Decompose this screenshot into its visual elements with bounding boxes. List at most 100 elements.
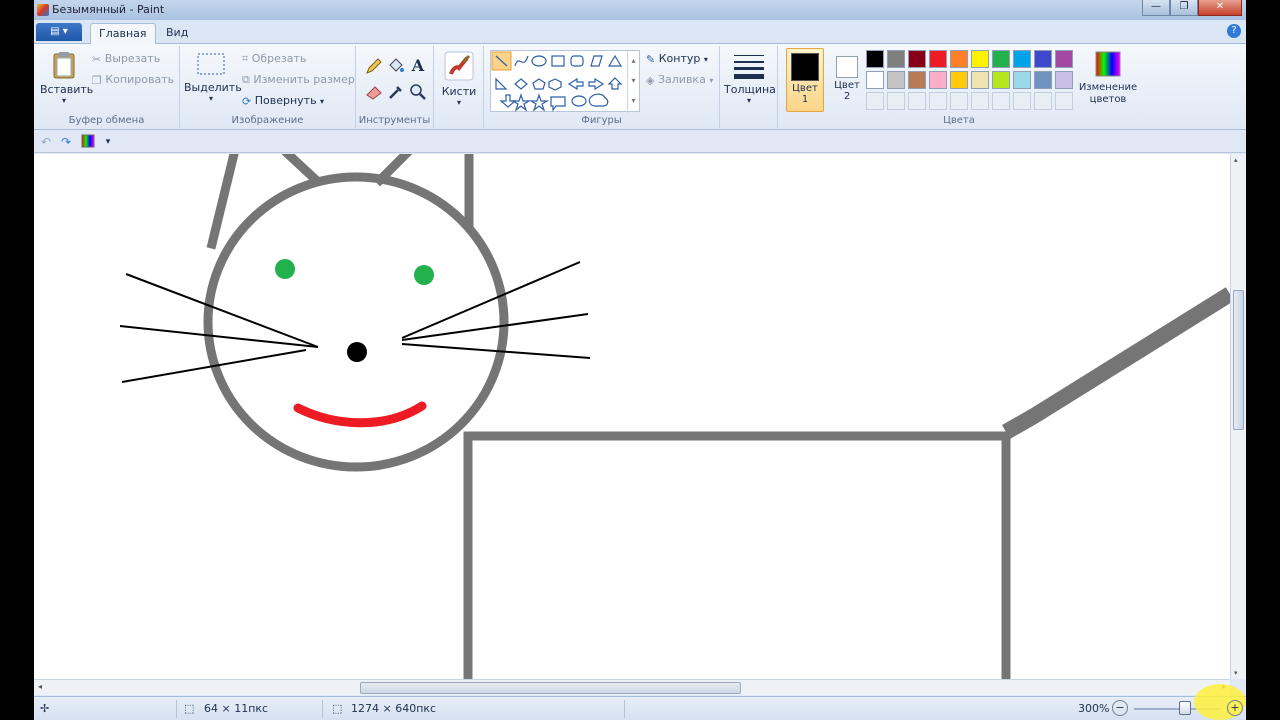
zoom-out-icon[interactable]: − [1112, 700, 1128, 716]
palette-custom-slot[interactable] [950, 92, 968, 110]
shapes-gallery-scroll[interactable]: ▴ ▾ ▾ [627, 51, 639, 113]
group-image: Выделить ▾ ⌗ Обрезать ⧉ Изменить размер … [180, 46, 356, 128]
shapes-gallery[interactable]: ▴ ▾ ▾ [490, 50, 640, 113]
select-button[interactable]: Выделить ▾ [184, 52, 242, 103]
palette-custom-slot[interactable] [908, 92, 926, 110]
scroll-up-icon[interactable]: ▴ [1234, 156, 1238, 164]
paste-button[interactable]: Вставить ▾ [40, 50, 93, 105]
copy-button[interactable]: ❐ Копировать [92, 73, 174, 87]
brushes-dropdown-icon: ▾ [456, 98, 461, 107]
shapes-group-label: Фигуры [581, 115, 622, 126]
file-menu-button[interactable]: ▤ ▾ [36, 23, 82, 41]
text-tool[interactable]: A [408, 56, 428, 76]
resize-label: Изменить размер [253, 73, 355, 86]
palette-color-swatch[interactable] [1055, 50, 1073, 68]
outline-dropdown-icon: ▾ [703, 55, 708, 64]
palette-color-swatch[interactable] [992, 71, 1010, 89]
tab-view[interactable]: Вид [158, 23, 196, 45]
scroll-down-icon[interactable]: ▾ [1234, 669, 1238, 677]
drawing-canvas[interactable] [34, 154, 1230, 679]
rotate-icon: ⟳ [242, 94, 252, 108]
minimize-button[interactable]: — [1142, 0, 1170, 16]
close-button[interactable]: ✕ [1198, 0, 1242, 16]
vertical-scroll-thumb[interactable] [1233, 290, 1244, 430]
palette-color-swatch[interactable] [992, 50, 1010, 68]
zoom-in-icon[interactable]: + [1227, 700, 1243, 716]
palette-color-swatch[interactable] [1034, 71, 1052, 89]
fill-label: Заливка [657, 73, 706, 86]
crop-button[interactable]: ⌗ Обрезать [242, 52, 306, 66]
outline-label: Контур [658, 52, 701, 65]
group-thickness: Толщина ▾ [720, 46, 778, 128]
zoom-level: 300% [1078, 702, 1110, 715]
palette-color-swatch[interactable] [1055, 71, 1073, 89]
zoom-slider-thumb[interactable] [1179, 701, 1191, 715]
horizontal-scrollbar[interactable]: ◂ ▸ [34, 679, 1230, 695]
palette-color-swatch[interactable] [866, 50, 884, 68]
resize-icon: ⧉ [242, 73, 250, 86]
resize-button[interactable]: ⧉ Изменить размер [242, 73, 355, 87]
palette-custom-slot[interactable] [866, 92, 884, 110]
pencil-tool[interactable] [364, 56, 384, 76]
palette-custom-slot[interactable] [929, 92, 947, 110]
palette-custom-slot[interactable] [1034, 92, 1052, 110]
palette-color-swatch[interactable] [1034, 50, 1052, 68]
vertical-scrollbar[interactable]: ▴ ▾ [1230, 154, 1246, 679]
help-icon[interactable]: ? [1227, 24, 1241, 38]
eraser-tool[interactable] [364, 82, 384, 102]
palette-color-swatch[interactable] [929, 50, 947, 68]
fill-button[interactable]: ◈ Заливка ▾ [646, 73, 713, 87]
palette-custom-slot[interactable] [1013, 92, 1031, 110]
palette-color-swatch[interactable] [908, 50, 926, 68]
palette-custom-slot[interactable] [1055, 92, 1073, 110]
brushes-button[interactable]: Кисти ▾ [438, 50, 480, 107]
palette-color-swatch[interactable] [887, 50, 905, 68]
palette-color-swatch[interactable] [950, 50, 968, 68]
edit-colors-label-2: цветов [1089, 94, 1127, 105]
scroll-left-icon[interactable]: ◂ [38, 682, 42, 691]
magnifier-icon [410, 84, 426, 100]
rotate-button[interactable]: ⟳ Повернуть ▾ [242, 94, 324, 108]
color-picker-tool[interactable] [386, 82, 406, 102]
palette-color-swatch[interactable] [950, 71, 968, 89]
palette-color-swatch[interactable] [908, 71, 926, 89]
shapes-gallery-icons [491, 51, 623, 112]
crop-label: Обрезать [251, 52, 307, 65]
magnifier-tool[interactable] [408, 82, 428, 102]
palette-color-swatch[interactable] [1013, 71, 1031, 89]
rotate-dropdown-icon: ▾ [320, 97, 325, 106]
window-title: Безымянный - Paint [52, 3, 165, 16]
edit-colors-button[interactable]: Изменение цветов [1078, 50, 1138, 106]
group-shapes: ▴ ▾ ▾ ✎ Контур ▾ ◈ Заливка ▾ Фигуры [484, 46, 720, 128]
left-ear-line [206, 154, 239, 250]
group-brushes: Кисти ▾ [434, 46, 484, 128]
colors-group-label: Цвета [943, 115, 975, 126]
customize-toolbar-icon[interactable]: ▾ [100, 134, 116, 150]
palette-custom-slot[interactable] [992, 92, 1010, 110]
thickness-button[interactable]: Толщина ▾ [724, 52, 776, 105]
outline-button[interactable]: ✎ Контур ▾ [646, 52, 708, 66]
eraser-icon [366, 86, 382, 100]
tab-home[interactable]: Главная [90, 23, 156, 45]
palette-color-swatch[interactable] [866, 71, 884, 89]
color2-button[interactable]: Цвет 2 [828, 48, 866, 112]
palette-color-swatch[interactable] [1013, 50, 1031, 68]
brushes-label: Кисти [441, 85, 477, 98]
undo-icon[interactable]: ↶ [38, 134, 54, 150]
select-dropdown-icon: ▾ [208, 94, 213, 103]
palette-color-swatch[interactable] [971, 71, 989, 89]
color-toggle-icon[interactable] [80, 134, 96, 150]
redo-icon[interactable]: ↷ [58, 134, 74, 150]
fill-tool[interactable] [386, 56, 406, 76]
quick-access-toolbar: ↶ ↷ ▾ [34, 131, 1246, 153]
color1-button[interactable]: Цвет 1 [786, 48, 824, 112]
palette-color-swatch[interactable] [929, 71, 947, 89]
cut-button[interactable]: ✂ Вырезать [92, 52, 160, 66]
horizontal-scroll-thumb[interactable] [360, 682, 741, 694]
palette-custom-slot[interactable] [887, 92, 905, 110]
maximize-button[interactable]: ❐ [1170, 0, 1198, 16]
palette-color-swatch[interactable] [887, 71, 905, 89]
palette-custom-slot[interactable] [971, 92, 989, 110]
selection-size: 64 × 11пкс [204, 702, 269, 715]
palette-color-swatch[interactable] [971, 50, 989, 68]
